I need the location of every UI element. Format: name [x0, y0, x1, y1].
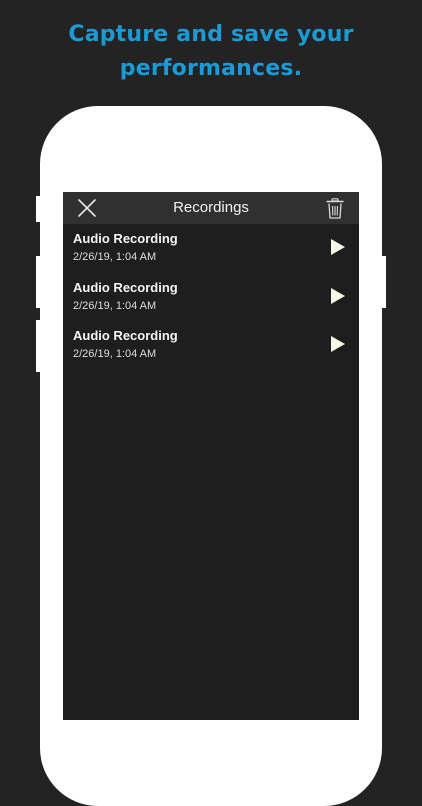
nav-title: Recordings	[63, 192, 359, 224]
recording-title: Audio Recording	[73, 280, 178, 295]
recording-date: 2/26/19, 1:04 AM	[73, 348, 156, 360]
recording-title: Audio Recording	[73, 328, 178, 343]
app-screen: Recordings Audio Recording 2/26/19, 1:04…	[63, 192, 359, 720]
play-icon[interactable]	[330, 287, 346, 305]
phone-power-button	[382, 256, 386, 308]
recording-row-2[interactable]: Audio Recording 2/26/19, 1:04 AM	[63, 273, 359, 322]
recording-row-1[interactable]: Audio Recording 2/26/19, 1:04 AM	[63, 224, 359, 273]
recording-row-3[interactable]: Audio Recording 2/26/19, 1:04 AM	[63, 321, 359, 370]
headline-line-1: Capture and save your	[0, 18, 422, 52]
close-icon[interactable]	[77, 198, 97, 218]
play-icon[interactable]	[330, 335, 346, 353]
headline: Capture and save your performances.	[0, 18, 422, 86]
play-icon[interactable]	[330, 238, 346, 256]
headline-line-2: performances.	[0, 52, 422, 86]
recording-date: 2/26/19, 1:04 AM	[73, 300, 156, 312]
recording-date: 2/26/19, 1:04 AM	[73, 251, 156, 263]
navigation-bar: Recordings	[63, 192, 359, 224]
trash-icon[interactable]	[326, 198, 344, 219]
recording-title: Audio Recording	[73, 231, 178, 246]
recordings-list: Audio Recording 2/26/19, 1:04 AM Audio R…	[63, 224, 359, 370]
